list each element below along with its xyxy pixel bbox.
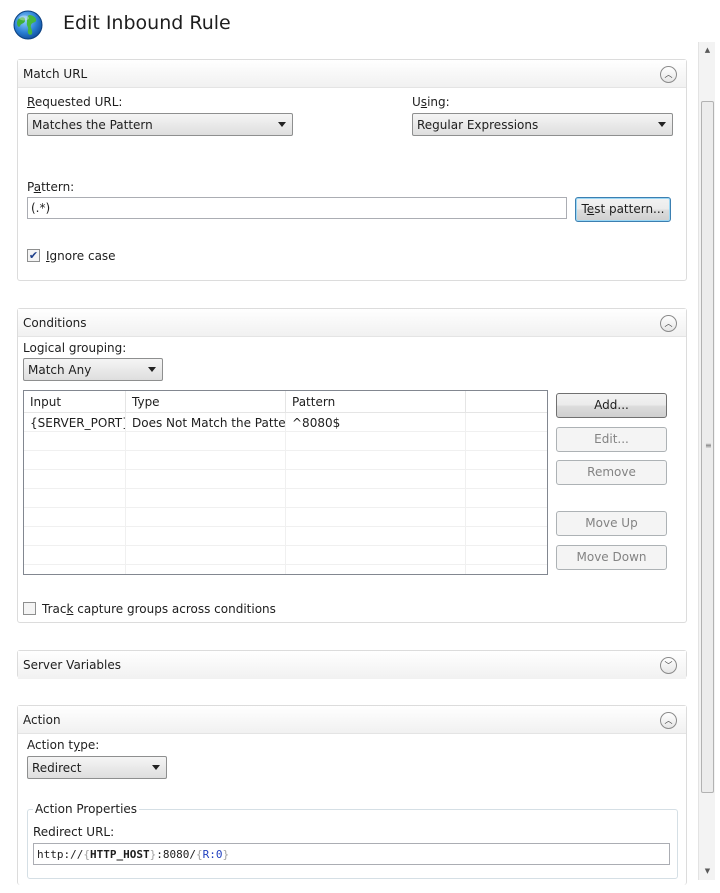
match-url-title: Match URL	[23, 67, 88, 81]
server-variables-panel: Server Variables ﹀	[17, 650, 687, 679]
table-row-empty	[24, 451, 547, 470]
collapse-up-icon[interactable]: ︿	[660, 712, 677, 729]
table-row-empty	[24, 565, 547, 574]
page-title: Edit Inbound Rule	[63, 12, 231, 34]
column-header-pattern[interactable]: Pattern	[286, 391, 466, 413]
collapse-up-icon[interactable]: ︿	[660, 315, 677, 332]
conditions-header[interactable]: Conditions ︿	[18, 309, 686, 337]
remove-button[interactable]: Remove	[556, 460, 667, 485]
scroll-down-icon[interactable]: ▼	[699, 863, 716, 880]
using-select[interactable]: Regular Expressions	[412, 113, 673, 136]
track-capture-checkbox[interactable]	[23, 602, 36, 615]
collapse-up-icon[interactable]: ︿	[660, 66, 677, 83]
chevron-down-icon	[152, 765, 160, 770]
edit-button[interactable]: Edit...	[556, 427, 667, 452]
track-capture-label: Track capture groups across conditions	[42, 602, 276, 616]
action-properties-title: Action Properties	[33, 802, 140, 816]
logical-grouping-label: Logical grouping:	[23, 341, 127, 355]
table-row-empty	[24, 489, 547, 508]
pattern-input[interactable]: (.*)	[27, 197, 567, 219]
test-pattern-button[interactable]: Test pattern...	[575, 197, 671, 222]
pattern-label: Pattern:	[27, 180, 75, 194]
table-row-empty	[24, 546, 547, 565]
server-variables-header[interactable]: Server Variables ﹀	[18, 651, 686, 679]
cell-pattern: ^8080$	[286, 413, 466, 432]
cell-input: {SERVER_PORT}	[24, 413, 126, 432]
table-row[interactable]: {SERVER_PORT} Does Not Match the Pattern…	[24, 413, 547, 432]
move-down-button[interactable]: Move Down	[556, 545, 667, 570]
server-variables-title: Server Variables	[23, 658, 122, 672]
ignore-case-label: Ignore case	[46, 249, 116, 263]
table-header: Input Type Pattern	[24, 391, 547, 413]
requested-url-label: Requested URL:	[27, 95, 123, 109]
ignore-case-checkbox[interactable]: ✔	[27, 249, 40, 262]
scrollbar-thumb[interactable]: ≡	[701, 101, 714, 793]
redirect-url-input[interactable]: http://{HTTP_HOST}:8080/{R:0}	[33, 843, 670, 865]
column-header-input[interactable]: Input	[24, 391, 126, 413]
action-header[interactable]: Action ︿	[18, 706, 686, 734]
cell-filler	[466, 413, 547, 432]
expand-down-icon[interactable]: ﹀	[660, 657, 677, 674]
table-row-empty	[24, 432, 547, 451]
cell-type: Does Not Match the Pattern	[126, 413, 286, 432]
action-title: Action	[23, 713, 61, 727]
globe-icon	[12, 9, 44, 41]
chevron-down-icon	[278, 122, 286, 127]
column-header-filler	[466, 391, 547, 413]
logical-grouping-select[interactable]: Match Any	[23, 358, 163, 381]
table-row-empty	[24, 470, 547, 489]
chevron-down-icon	[658, 122, 666, 127]
chevron-down-icon	[148, 367, 156, 372]
conditions-table[interactable]: Input Type Pattern {SERVER_PORT} Does No…	[23, 390, 548, 575]
match-url-header[interactable]: Match URL ︿	[18, 60, 686, 88]
table-row-empty	[24, 527, 547, 546]
match-url-panel: Match URL ︿	[17, 59, 687, 281]
column-header-type[interactable]: Type	[126, 391, 286, 413]
requested-url-select[interactable]: Matches the Pattern	[27, 113, 293, 136]
grip-icon: ≡	[705, 441, 712, 450]
move-up-button[interactable]: Move Up	[556, 511, 667, 536]
vertical-scrollbar[interactable]: ▲ ≡ ▼	[698, 42, 715, 880]
table-row-empty	[24, 508, 547, 527]
action-type-label: Action type:	[27, 738, 100, 752]
scroll-up-icon[interactable]: ▲	[699, 42, 716, 59]
conditions-title: Conditions	[23, 316, 87, 330]
redirect-url-label: Redirect URL:	[33, 825, 115, 839]
using-label: Using:	[412, 95, 450, 109]
add-button[interactable]: Add...	[556, 393, 667, 418]
action-type-select[interactable]: Redirect	[27, 756, 167, 779]
